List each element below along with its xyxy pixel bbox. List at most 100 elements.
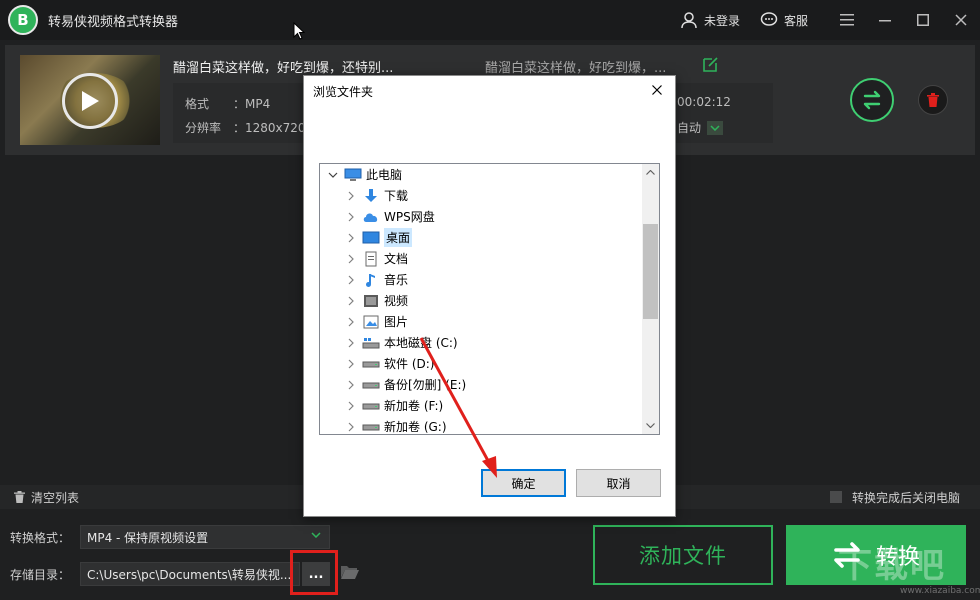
- minimize-icon: [879, 20, 891, 22]
- tree-item[interactable]: 文档: [320, 248, 640, 269]
- trash-icon: [14, 491, 25, 503]
- chevron-right-icon[interactable]: [346, 275, 356, 285]
- tree-item[interactable]: 本地磁盘 (C:): [320, 332, 640, 353]
- trash-icon: [927, 93, 939, 107]
- tree-item[interactable]: 备份[勿删] (E:): [320, 374, 640, 395]
- scroll-down-button[interactable]: [642, 417, 659, 434]
- tree-item[interactable]: 图片: [320, 311, 640, 332]
- tree-item-label: 备份[勿删] (E:): [384, 378, 467, 392]
- maximize-icon: [917, 14, 929, 26]
- login-button[interactable]: 未登录: [680, 11, 740, 29]
- dialog-title: 浏览文件夹: [313, 85, 374, 99]
- dialog-close-button[interactable]: [647, 80, 667, 100]
- picture-icon: [362, 314, 380, 330]
- format-label: 格式: [185, 97, 210, 111]
- output-format-select[interactable]: MP4 - 保持原视频设置: [80, 525, 330, 549]
- chevron-right-icon[interactable]: [346, 380, 356, 390]
- browse-folder-dialog: 浏览文件夹 此电脑下载 WPS网盘 桌面 文档音乐视频 图片本地磁盘 (C:) 软件 (D…: [303, 75, 676, 517]
- chevron-down-icon: [646, 423, 655, 428]
- chevron-right-icon[interactable]: [346, 422, 356, 432]
- clear-list-button[interactable]: 清空列表: [14, 489, 79, 506]
- format-value: ：MP4: [233, 97, 271, 111]
- open-folder-icon[interactable]: [340, 564, 360, 580]
- minimize-button[interactable]: [866, 0, 904, 40]
- tree-item-label: 此电脑: [366, 168, 403, 182]
- close-icon: [652, 85, 662, 95]
- output-dir-field[interactable]: C:\Users\pc\Documents\转易侠视...: [80, 562, 300, 586]
- desktop-icon: [362, 230, 380, 246]
- output-title: 醋溜白菜这样做，好吃到爆，...: [485, 61, 667, 76]
- tree-item[interactable]: 新加卷 (F:): [320, 395, 640, 416]
- tree-item[interactable]: 下载: [320, 185, 640, 206]
- customer-service-button[interactable]: 客服: [760, 11, 808, 29]
- chevron-up-icon: [646, 170, 655, 175]
- menu-button[interactable]: [828, 0, 866, 40]
- drive-icon: [362, 356, 380, 372]
- chevron-right-icon[interactable]: [346, 233, 356, 243]
- video-title: 醋溜白菜这样做，好吃到爆，还特别...: [173, 61, 394, 76]
- chevron-right-icon[interactable]: [346, 401, 356, 411]
- tree-item[interactable]: 桌面: [320, 227, 640, 248]
- red-highlight-box: [290, 550, 338, 595]
- tree-scrollbar[interactable]: [642, 164, 659, 434]
- system-drive-icon: [362, 335, 380, 351]
- drive-icon: [362, 398, 380, 414]
- title-bar: B 转易侠视频格式转换器 未登录 客服: [0, 0, 980, 40]
- chevron-right-icon[interactable]: [346, 212, 356, 222]
- resolution-row: 分辨率 ：1280x720: [185, 119, 306, 136]
- cloud-icon: [362, 209, 380, 225]
- login-label: 未登录: [703, 13, 740, 28]
- chevron-right-icon[interactable]: [346, 317, 356, 327]
- app-title: 转易侠视频格式转换器: [48, 14, 179, 30]
- video-thumbnail[interactable]: [20, 55, 160, 145]
- add-file-button[interactable]: 添加文件: [593, 525, 773, 585]
- output-dir-label: 存储目录：: [10, 568, 71, 582]
- drive-icon: [362, 377, 380, 393]
- clear-list-label: 清空列表: [31, 490, 80, 505]
- tree-item[interactable]: 此电脑: [320, 164, 640, 185]
- cancel-button[interactable]: 取消: [576, 469, 661, 497]
- bottom-panel: 转换格式： MP4 - 保持原视频设置 存储目录： C:\Users\pc\Do…: [0, 509, 980, 600]
- chevron-down-icon: [311, 532, 321, 538]
- maximize-button[interactable]: [904, 0, 942, 40]
- scroll-thumb[interactable]: [643, 224, 658, 319]
- chevron-right-icon[interactable]: [346, 359, 356, 369]
- folder-tree[interactable]: 此电脑下载 WPS网盘 桌面 文档音乐视频 图片本地磁盘 (C:) 软件 (D:) 备份[勿…: [319, 163, 660, 435]
- service-label: 客服: [783, 13, 808, 28]
- watermark-logo: 下载吧: [838, 546, 946, 586]
- resolution-label: 分辨率: [185, 121, 222, 135]
- tree-item[interactable]: 视频: [320, 290, 640, 311]
- shutdown-label: 转换完成后关闭电脑: [851, 490, 960, 505]
- tree-item[interactable]: 软件 (D:): [320, 353, 640, 374]
- delete-item-button[interactable]: [918, 85, 948, 115]
- chevron-down-icon[interactable]: [328, 170, 338, 180]
- tree-item[interactable]: WPS网盘: [320, 206, 640, 227]
- user-icon: [681, 12, 697, 29]
- tree-item[interactable]: 新加卷 (G:): [320, 416, 640, 434]
- scroll-up-button[interactable]: [642, 164, 659, 181]
- convert-item-button[interactable]: [850, 78, 894, 122]
- download-icon: [362, 188, 380, 204]
- music-icon: [362, 272, 380, 288]
- play-icon: [82, 91, 99, 111]
- chevron-right-icon[interactable]: [346, 254, 356, 264]
- tree-item-label: 音乐: [384, 273, 409, 287]
- chevron-right-icon[interactable]: [346, 338, 356, 348]
- resolution-value: ：1280x720: [233, 121, 306, 135]
- edit-icon[interactable]: [702, 55, 720, 73]
- close-button[interactable]: [942, 0, 980, 40]
- app-logo-text: B: [17, 11, 29, 29]
- chevron-down-icon: [707, 120, 724, 135]
- chevron-right-icon[interactable]: [346, 296, 356, 306]
- shutdown-checkbox[interactable]: [829, 491, 842, 503]
- chat-icon: [760, 12, 778, 26]
- quality-select[interactable]: 自动: [677, 119, 724, 136]
- play-button[interactable]: [62, 73, 118, 129]
- tree-item[interactable]: 音乐: [320, 269, 640, 290]
- video-icon: [362, 293, 380, 309]
- ok-button[interactable]: 确定: [481, 469, 566, 497]
- chevron-right-icon[interactable]: [346, 191, 356, 201]
- close-icon: [955, 14, 967, 26]
- tree-item-label: 本地磁盘 (C:): [384, 336, 458, 350]
- shutdown-after-option[interactable]: 转换完成后关闭电脑: [829, 485, 960, 509]
